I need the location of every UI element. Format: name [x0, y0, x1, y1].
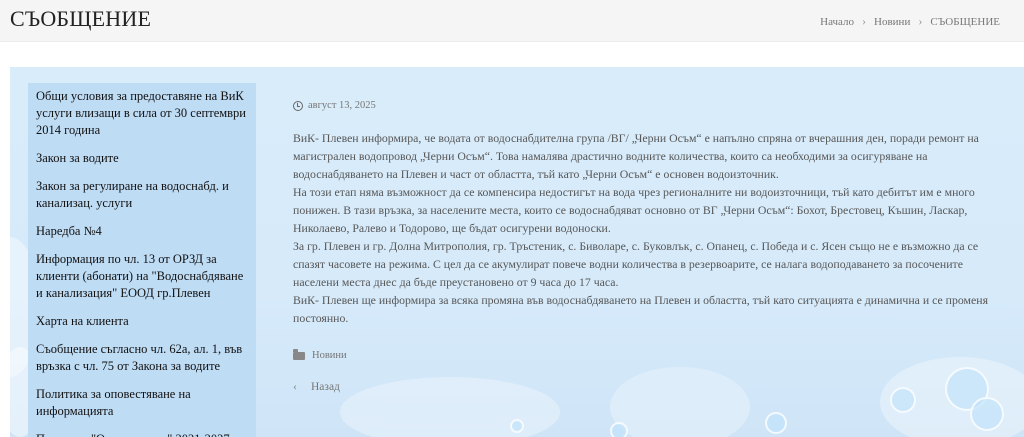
article-paragraph: ВиК- Плевен информира, че водата от водо…	[293, 131, 979, 181]
folder-icon	[293, 348, 305, 360]
sidebar-menu: Общи условия за предоставяне на ВиК услу…	[28, 83, 256, 437]
sidebar-item-environment-program[interactable]: Програма "Околна среда" 2021-2027	[28, 426, 256, 437]
breadcrumb: Начало › Новини › СЪОБЩЕНИЕ	[820, 14, 1000, 29]
category-link[interactable]: Новини	[312, 350, 347, 361]
water-drop-decoration	[510, 419, 524, 433]
water-drop-decoration	[765, 412, 787, 434]
back-label[interactable]: Назад	[311, 381, 340, 393]
article-date: август 13, 2025	[308, 100, 376, 111]
breadcrumb-home-link[interactable]: Начало	[820, 16, 854, 28]
sidebar-item-gdpr-information[interactable]: Информация по чл. 13 от ОРЗД за клиенти …	[28, 246, 256, 308]
sidebar-item-ordinance-4[interactable]: Наредба №4	[28, 218, 256, 246]
article-date-row: август 13, 2025	[293, 100, 993, 111]
sidebar-item-client-charter[interactable]: Харта на клиента	[28, 308, 256, 336]
breadcrumb-current: СЪОБЩЕНИЕ	[930, 15, 1000, 28]
breadcrumb-news-link[interactable]: Новини	[874, 16, 910, 28]
sidebar-item-disclosure-policy[interactable]: Политика за оповестяване на информацията	[28, 381, 256, 426]
clock-icon	[293, 100, 303, 111]
water-drop-decoration	[610, 422, 628, 437]
page-title: СЪОБЩЕНИЕ	[10, 6, 152, 31]
water-drop-decoration	[970, 397, 1004, 431]
chevron-right-icon: ›	[862, 14, 867, 28]
sidebar-item-general-conditions[interactable]: Общи условия за предоставяне на ВиК услу…	[28, 83, 256, 145]
water-splash-decoration	[340, 377, 560, 437]
page-header: СЪОБЩЕНИЕ Начало › Новини › СЪОБЩЕНИЕ	[0, 0, 1024, 42]
article-paragraph: За гр. Плевен и гр. Долна Митрополия, гр…	[293, 239, 979, 289]
chevron-right-icon: ›	[918, 14, 923, 28]
sidebar-item-water-law-notice[interactable]: Съобщение съгласно чл. 62а, ал. 1, във в…	[28, 336, 256, 381]
article-body: ВиК- Плевен информира, че водата от водо…	[293, 129, 993, 327]
article-paragraph: На този етап няма възможност да се компе…	[293, 185, 975, 235]
sidebar-item-regulation-law[interactable]: Закон за регулиране на водоснабд. и кана…	[28, 173, 256, 218]
water-splash-decoration	[610, 367, 750, 437]
water-drop-decoration	[890, 387, 916, 413]
article-paragraph: ВиК- Плевен ще информира за всяка промян…	[293, 293, 989, 325]
chevron-left-icon: ‹	[293, 379, 297, 393]
sidebar-item-water-law[interactable]: Закон за водите	[28, 145, 256, 173]
back-link[interactable]: ‹ Назад	[293, 379, 340, 394]
article: август 13, 2025 ВиК- Плевен информира, ч…	[293, 100, 993, 327]
article-category-row: Новини	[293, 348, 347, 361]
